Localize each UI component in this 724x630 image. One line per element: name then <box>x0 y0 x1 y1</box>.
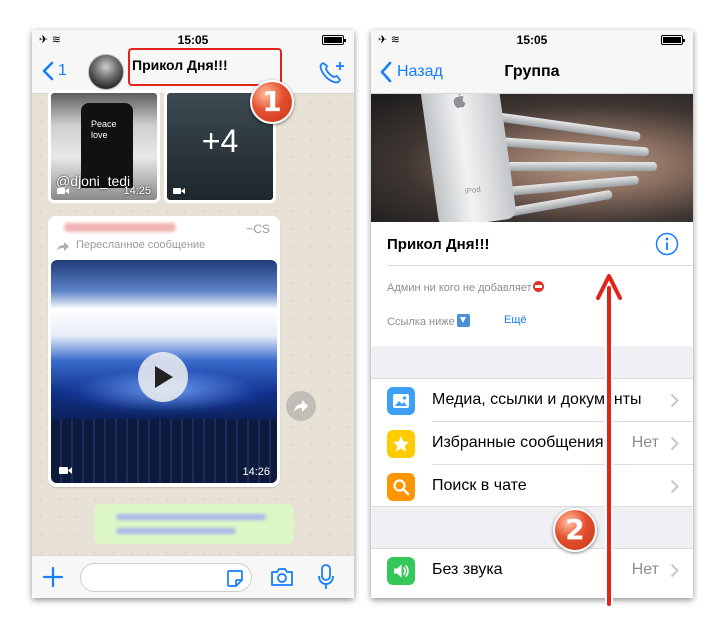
back-chevron-icon[interactable] <box>41 61 55 81</box>
blurred-text-line <box>116 528 236 534</box>
shirt-print: Peace love <box>91 119 117 140</box>
forwarded-label: Пересланное сообщение <box>76 239 206 251</box>
outgoing-message-blurred[interactable] <box>94 504 294 544</box>
no-entry-icon <box>532 281 544 292</box>
video-camera-icon <box>59 467 72 474</box>
group-info-screen: ✈ ≋ 15:05 Назад Группа iPod Прикол Дня!!… <box>371 30 693 598</box>
play-icon <box>155 366 173 388</box>
chevron-right-icon <box>670 479 679 494</box>
photo-device: iPod <box>418 94 518 222</box>
chat-nav-bar: 1 Прикол Дня!!! <box>32 48 354 94</box>
status-time: 15:05 <box>516 33 548 47</box>
video-thumbnail[interactable]: 14:26 <box>51 260 277 483</box>
video-time: 14:26 <box>242 466 270 478</box>
forward-share-button[interactable] <box>286 391 316 421</box>
row-mute[interactable]: Без звука Нет <box>371 549 693 592</box>
status-time: 15:05 <box>177 33 209 47</box>
back-label: Назад <box>397 63 443 80</box>
more-media-count: +4 <box>201 123 239 159</box>
more-link[interactable]: Ещё <box>504 314 527 326</box>
title-highlight-box <box>128 48 282 86</box>
sticker-icon[interactable] <box>226 569 244 587</box>
photo-icon <box>387 387 415 415</box>
scroll-up-arrow-annotation <box>594 272 624 606</box>
row-value: Нет <box>625 434 659 452</box>
chevron-right-icon <box>670 563 679 578</box>
group-description-line: Админ ни кого не добавляет <box>387 281 544 294</box>
speaker-icon <box>387 557 415 585</box>
share-arrow-icon <box>294 400 308 412</box>
separator <box>387 265 693 266</box>
media-time: 14:25 <box>123 185 151 197</box>
forward-arrow-icon <box>57 242 69 251</box>
row-label: Без звука <box>432 561 503 578</box>
group-name[interactable]: Прикол Дня!!! <box>387 236 489 253</box>
info-icon[interactable] <box>655 232 679 256</box>
step-1-badge: 1 <box>250 80 294 124</box>
media-tile-photo[interactable]: Peace love @djoni_tedi 14:25 <box>48 90 160 203</box>
row-starred-messages[interactable]: Избранные сообщения Нет <box>371 422 693 465</box>
step-2-badge: 2 <box>553 508 597 552</box>
group-info-block: Прикол Дня!!! Админ ни кого не добавляет… <box>371 222 693 346</box>
group-nav-bar: Назад Группа <box>371 50 693 94</box>
settings-group: Медиа, ссылки и документы Избранные сооб… <box>371 378 693 507</box>
chevron-right-icon <box>670 393 679 408</box>
device-label: iPod <box>464 184 482 196</box>
row-label: Поиск в чате <box>432 477 527 494</box>
video-camera-icon <box>57 188 69 194</box>
back-chevron-icon <box>380 61 392 83</box>
battery-icon <box>322 35 346 45</box>
group-avatar[interactable] <box>88 54 124 90</box>
search-icon <box>387 473 415 501</box>
sender-name: ~CS <box>246 222 270 236</box>
play-button[interactable] <box>138 352 188 402</box>
back-unread-count[interactable]: 1 <box>58 62 67 80</box>
microphone-icon[interactable] <box>318 564 334 590</box>
battery-icon <box>661 35 685 45</box>
apple-logo-icon <box>453 94 466 108</box>
plus-icon[interactable] <box>42 566 64 588</box>
group-photo[interactable]: iPod <box>371 94 693 222</box>
photo-fork <box>491 111 641 142</box>
row-search-in-chat[interactable]: Поиск в чате <box>371 465 693 508</box>
star-icon <box>387 430 415 458</box>
message-input-bar <box>32 555 354 598</box>
camera-icon[interactable] <box>270 567 294 587</box>
down-arrow-icon <box>456 314 470 327</box>
video-camera-icon <box>173 188 185 194</box>
description-text: Админ ни кого не добавляет <box>387 282 532 294</box>
row-value: Нет <box>625 561 659 579</box>
chat-message-area[interactable]: Peace love @djoni_tedi 14:25 +4 ~CS Пере… <box>32 90 354 555</box>
blurred-text-line <box>116 514 266 520</box>
chevron-right-icon <box>670 436 679 451</box>
sender-phone-blurred <box>64 223 176 232</box>
row-media-links-docs[interactable]: Медиа, ссылки и документы <box>371 379 693 422</box>
forwarded-message-bubble[interactable]: ~CS Пересланное сообщение 14:26 <box>48 216 280 487</box>
forwarded-header: Пересланное сообщение <box>56 238 256 254</box>
row-label: Избранные сообщения <box>432 434 604 451</box>
group-description-line: Ссылка ниже <box>387 314 470 328</box>
chat-screen: ✈ ≋ 15:05 1 Прикол Дня!!! Peace love @dj… <box>32 30 354 598</box>
status-bar: ✈ ≋ 15:05 <box>371 30 693 50</box>
status-bar: ✈ ≋ 15:05 <box>32 30 354 50</box>
description-text: Ссылка ниже <box>387 316 455 328</box>
add-call-icon[interactable] <box>318 60 346 84</box>
settings-group: Без звука Нет <box>371 548 693 598</box>
back-button[interactable]: Назад <box>379 61 469 83</box>
photo-fork <box>487 162 657 171</box>
